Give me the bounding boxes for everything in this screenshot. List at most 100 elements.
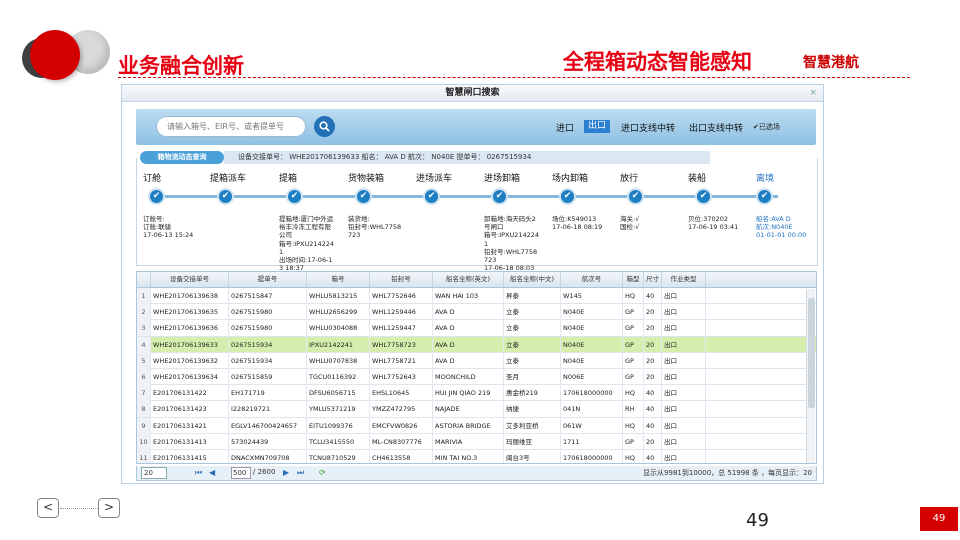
table-cell: 0267515980 bbox=[229, 304, 307, 321]
table-cell: 40 bbox=[644, 401, 662, 418]
table-cell: 闽台3号 bbox=[504, 449, 561, 463]
close-icon[interactable]: × bbox=[809, 85, 817, 102]
row-number: 4 bbox=[137, 336, 151, 353]
table-cell: N040E bbox=[561, 320, 623, 337]
table-cell: WHL7752643 bbox=[370, 368, 433, 385]
row-number: 5 bbox=[137, 352, 151, 369]
next-slide-button[interactable]: > bbox=[98, 498, 120, 518]
header-divider bbox=[118, 77, 910, 78]
table-cell: DNACXMN709708 bbox=[229, 449, 307, 463]
page-input[interactable]: 500 bbox=[231, 467, 251, 479]
check-icon[interactable]: ✔ bbox=[286, 188, 303, 205]
table-row[interactable]: 11 E201706131415 DNACXMN709708 TCNU8710529 C… bbox=[137, 449, 816, 463]
slide-title-left: 业务融合创新 bbox=[118, 54, 244, 78]
table-cell: YMZZ472795 bbox=[370, 401, 433, 418]
table-cell: 昇泰 bbox=[504, 288, 561, 304]
tracking-tab[interactable]: 箱物流动态查询 bbox=[140, 151, 224, 164]
prev-page-icon[interactable]: ◀ bbox=[209, 468, 215, 477]
tab-import[interactable]: 进口 bbox=[556, 121, 574, 134]
column-header[interactable]: 航次号 bbox=[561, 272, 623, 287]
table-row[interactable]: 5 WHE201706139632 0267515934 WHLU0707838 WHL… bbox=[137, 352, 816, 369]
table-cell: WHE201706139633 bbox=[151, 336, 229, 353]
table-cell: 170618000000 bbox=[561, 385, 623, 402]
selected-yard-checkbox[interactable]: ✔已选场 bbox=[753, 122, 780, 132]
check-icon[interactable]: ✔ bbox=[695, 188, 712, 205]
check-icon[interactable]: ✔ bbox=[217, 188, 234, 205]
column-header[interactable]: 提单号 bbox=[229, 272, 307, 287]
table-cell: EH171719 bbox=[229, 385, 307, 402]
check-icon[interactable]: ✔ bbox=[627, 188, 644, 205]
column-header[interactable]: 船名全称(英文) bbox=[433, 272, 504, 287]
column-header[interactable]: 船名全称(中文) bbox=[504, 272, 561, 287]
scrollbar-thumb[interactable] bbox=[808, 298, 815, 408]
tab-export[interactable]: 出口 bbox=[584, 120, 611, 133]
table-cell: WHE201706139634 bbox=[151, 368, 229, 385]
row-number: 8 bbox=[137, 401, 151, 418]
column-header[interactable]: 尺寸 bbox=[644, 272, 662, 287]
table-cell: HQ bbox=[623, 385, 644, 402]
table-cell: 艾多利亚桥 bbox=[504, 417, 561, 434]
table-row[interactable]: 4 WHE201706139633 0267515934 IPXU2142241 WHL… bbox=[137, 336, 816, 353]
table-cell: N040E bbox=[561, 336, 623, 353]
table-row[interactable]: 1 WHE201706139638 0267515847 WHLU5813215 WHL… bbox=[137, 288, 816, 305]
table-cell: E201706131422 bbox=[151, 385, 229, 402]
table-cell: MOONCHILD bbox=[433, 368, 504, 385]
results-table: 设备交接单号 提单号 箱号 铅封号 船名全称(英文) 船名全称(中文) 航次号 … bbox=[136, 271, 817, 464]
row-number: 11 bbox=[137, 449, 151, 463]
row-number: 9 bbox=[137, 417, 151, 434]
table-cell: I228219721 bbox=[229, 401, 307, 418]
timeline-line bbox=[148, 195, 778, 198]
table-cell: 40 bbox=[644, 288, 662, 304]
table-cell: 20 bbox=[644, 336, 662, 353]
last-page-icon[interactable]: ⏭ bbox=[297, 468, 304, 478]
prev-slide-button[interactable]: < bbox=[37, 498, 59, 518]
stage-detail: 船名:AVA D 航次:N040E 01-01-01 00:00 bbox=[756, 215, 807, 240]
stage-label: 装船 bbox=[688, 174, 707, 184]
table-cell: WHL7758721 bbox=[370, 352, 433, 369]
check-icon[interactable]: ✔ bbox=[491, 188, 508, 205]
table-cell: DFSU6056715 bbox=[307, 385, 370, 402]
row-number: 1 bbox=[137, 288, 151, 304]
next-page-icon[interactable]: ▶ bbox=[283, 468, 289, 477]
column-header[interactable]: 箱型 bbox=[623, 272, 644, 287]
table-cell: 0267515859 bbox=[229, 368, 307, 385]
tab-export-feeder[interactable]: 出口支线中转 bbox=[689, 121, 743, 134]
column-header[interactable]: 设备交接单号 bbox=[151, 272, 229, 287]
table-cell: 出口 bbox=[662, 320, 706, 337]
table-row[interactable]: 8 E201706131423 I228219721 YMLU5371219 YMZZ4… bbox=[137, 401, 816, 418]
table-cell: 20 bbox=[644, 368, 662, 385]
check-icon[interactable]: ✔ bbox=[423, 188, 440, 205]
logo-circle-red bbox=[30, 30, 80, 80]
refresh-icon[interactable]: ⟳ bbox=[319, 468, 326, 477]
stage-label: 放行 bbox=[620, 174, 639, 184]
table-row[interactable]: 2 WHE201706139635 0267515980 WHLU2656299 WHL… bbox=[137, 304, 816, 321]
table-cell: E201706131413 bbox=[151, 433, 229, 450]
column-header[interactable]: 铅封号 bbox=[370, 272, 433, 287]
table-row[interactable]: 3 WHE201706139636 0267515980 WHLU0304088 WHL… bbox=[137, 320, 816, 337]
first-page-icon[interactable]: ⏮ bbox=[195, 468, 202, 478]
check-icon[interactable]: ✔ bbox=[559, 188, 576, 205]
table-row[interactable]: 7 E201706131422 EH171719 DFSU6056715 EHSL106… bbox=[137, 385, 816, 402]
table-cell: 出口 bbox=[662, 336, 706, 353]
table-cell: GP bbox=[623, 433, 644, 450]
table-cell: 纳捷 bbox=[504, 401, 561, 418]
table-row[interactable]: 9 E201706131421 EGLV146700424657 EITU109937… bbox=[137, 417, 816, 434]
column-header[interactable]: 箱号 bbox=[307, 272, 370, 287]
table-cell: 40 bbox=[644, 417, 662, 434]
search-input[interactable]: 请输入箱号、EIR号、或者提单号 bbox=[156, 116, 306, 137]
table-cell: 出口 bbox=[662, 433, 706, 450]
page-size-select[interactable]: 20 bbox=[141, 467, 167, 479]
table-row[interactable]: 6 WHE201706139634 0267515859 TGCU0116392 WHL… bbox=[137, 368, 816, 386]
row-number: 6 bbox=[137, 368, 151, 385]
search-icon bbox=[319, 121, 330, 132]
check-icon[interactable]: ✔ bbox=[355, 188, 372, 205]
table-cell: N006E bbox=[561, 368, 623, 385]
column-header[interactable]: 作业类型 bbox=[662, 272, 706, 287]
check-icon[interactable]: ✔ bbox=[148, 188, 165, 205]
tab-import-feeder[interactable]: 进口支线中转 bbox=[621, 121, 675, 134]
check-icon[interactable]: ✔ bbox=[756, 188, 773, 205]
stage-label: 提箱派车 bbox=[210, 174, 247, 184]
search-button[interactable] bbox=[314, 116, 335, 137]
table-row[interactable]: 10 E201706131413 573024439 TCLU3415550 ML-CN… bbox=[137, 433, 816, 450]
table-cell: RH bbox=[623, 401, 644, 418]
